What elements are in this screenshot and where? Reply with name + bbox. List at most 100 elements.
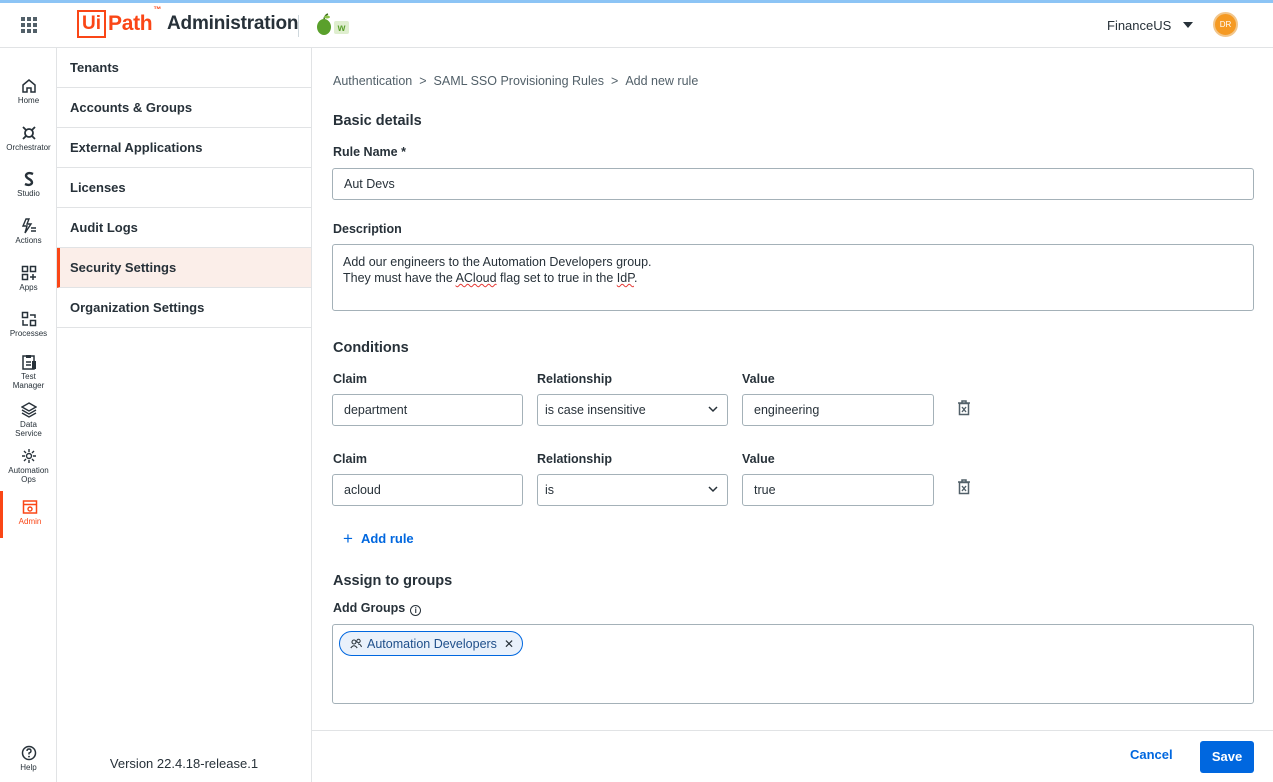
rail-label-test: Test: [21, 372, 36, 381]
cancel-button[interactable]: Cancel: [1130, 747, 1173, 762]
save-button[interactable]: Save: [1200, 741, 1254, 773]
rail-item-studio[interactable]: Studio: [0, 171, 57, 217]
help-icon: [21, 745, 36, 761]
relationship-select[interactable]: is case insensitive: [537, 394, 728, 426]
plus-icon: +: [343, 528, 353, 548]
top-bar: Ui Path™ Administration w FinanceUS DR: [0, 3, 1273, 48]
subnav-item-audit-logs[interactable]: Audit Logs: [57, 208, 311, 248]
info-icon[interactable]: i: [410, 605, 422, 616]
subnav-item-licenses[interactable]: Licenses: [57, 168, 311, 208]
subnav-item-organization-settings[interactable]: Organization Settings: [57, 288, 311, 328]
rail-label-studio: Studio: [17, 189, 40, 198]
app-launcher-icon[interactable]: [19, 15, 37, 33]
product-rail: Home Orchestrator Studio Actions Apps Pr…: [0, 48, 57, 782]
uipath-logo[interactable]: Ui Path™ Administration: [77, 5, 299, 39]
rail-label-manager: Manager: [12, 381, 45, 390]
rail-label-service: Service: [15, 429, 42, 438]
app-title: Administration: [167, 13, 299, 34]
description-text: They must have the: [343, 271, 456, 285]
rail-label-data: Data: [20, 420, 37, 429]
rail-item-admin[interactable]: Admin: [0, 491, 57, 538]
admin-icon: [22, 500, 38, 514]
add-groups-label-text: Add Groups: [333, 601, 406, 615]
breadcrumb: Authentication > SAML SSO Provisioning R…: [333, 74, 698, 88]
version-label: Version 22.4.18-release.1: [109, 756, 259, 771]
delete-condition-icon[interactable]: [957, 400, 971, 416]
description-line-1: Add our engineers to the Automation Deve…: [343, 255, 652, 269]
description-line-2: They must have the ACloud flag set to tr…: [343, 270, 1243, 286]
claim-input[interactable]: department: [332, 394, 523, 426]
rail-label-orchestrator: Orchestrator: [6, 143, 51, 152]
value-input[interactable]: true: [742, 474, 934, 506]
rail-item-home[interactable]: Home: [0, 78, 57, 124]
rail-item-automation-ops[interactable]: Automation Ops: [0, 448, 57, 494]
logo-path-word: Path: [108, 12, 153, 35]
automation-ops-icon: [21, 449, 36, 463]
rail-item-actions[interactable]: Actions: [0, 218, 57, 264]
value-input[interactable]: engineering: [742, 394, 934, 426]
tenant-badge-letter: w: [337, 23, 346, 34]
rail-item-data-service[interactable]: Data Service: [0, 402, 57, 448]
rail-label-home: Home: [17, 96, 40, 105]
remove-chip-icon[interactable]: ✕: [504, 637, 514, 651]
form-footer: Cancel Save: [312, 730, 1273, 782]
organization-selector[interactable]: FinanceUS: [1107, 15, 1194, 35]
actions-icon: [21, 218, 36, 234]
subnav-item-security-settings[interactable]: Security Settings: [57, 248, 311, 288]
claim-input[interactable]: acloud: [332, 474, 523, 506]
subnav-item-external-applications[interactable]: External Applications: [57, 128, 311, 168]
tenant-apple-icon[interactable]: w: [315, 13, 351, 37]
logo-ui-mark: Ui: [77, 10, 106, 38]
caret-down-icon: [1183, 22, 1194, 28]
user-avatar[interactable]: DR: [1213, 12, 1238, 37]
apps-icon: [21, 265, 36, 281]
rule-name-label: Rule Name *: [333, 145, 406, 159]
admin-subnav: Tenants Accounts & Groups External Appli…: [57, 48, 312, 782]
rail-label-help: Help: [20, 763, 37, 772]
rail-item-apps[interactable]: Apps: [0, 265, 57, 311]
breadcrumb-separator: >: [419, 74, 427, 88]
conditions-heading: Conditions: [333, 340, 409, 356]
description-misspelled-word: ACloud: [455, 271, 497, 285]
org-name: FinanceUS: [1107, 17, 1172, 33]
add-rule-button[interactable]: + Add rule: [343, 528, 414, 548]
breadcrumb-separator: >: [611, 74, 619, 88]
relationship-select[interactable]: is: [537, 474, 728, 506]
rail-item-orchestrator[interactable]: Orchestrator: [0, 125, 57, 171]
relationship-selected-value: is case insensitive: [545, 403, 646, 417]
value-label: Value: [742, 372, 775, 386]
rail-label-ops: Ops: [21, 475, 36, 484]
delete-condition-icon[interactable]: [957, 479, 971, 495]
studio-icon: [23, 171, 34, 187]
rail-label-processes: Processes: [9, 329, 48, 338]
group-icon: [350, 638, 362, 649]
breadcrumb-current: Add new rule: [625, 74, 699, 88]
rail-label-admin: Admin: [18, 517, 42, 526]
rail-item-processes[interactable]: Processes: [0, 311, 57, 357]
description-text: .: [633, 271, 638, 285]
group-chip: Automation Developers ✕: [339, 631, 523, 656]
add-groups-label: Add Groups i: [333, 601, 422, 616]
add-rule-label: Add rule: [360, 531, 414, 546]
relationship-selected-value: is: [545, 483, 555, 497]
rail-label-apps: Apps: [19, 283, 38, 292]
subnav-item-accounts-groups[interactable]: Accounts & Groups: [57, 88, 311, 128]
rail-item-test-manager[interactable]: Test Manager: [0, 354, 57, 400]
home-icon: [21, 79, 36, 93]
rail-label-automation: Automation: [8, 466, 49, 475]
rail-item-help[interactable]: Help: [0, 745, 57, 782]
logo-trademark: ™: [153, 5, 162, 14]
groups-picker[interactable]: Automation Developers ✕: [332, 624, 1254, 704]
breadcrumb-saml-rules[interactable]: SAML SSO Provisioning Rules: [434, 74, 604, 88]
rule-name-input[interactable]: Aut Devs: [332, 168, 1254, 200]
group-chip-label: Automation Developers: [367, 636, 497, 651]
breadcrumb-authentication[interactable]: Authentication: [333, 74, 412, 88]
subnav-item-tenants[interactable]: Tenants: [57, 48, 311, 88]
orchestrator-icon: [21, 126, 36, 140]
assign-groups-heading: Assign to groups: [333, 573, 453, 589]
test-manager-icon: [21, 355, 36, 370]
chevron-down-icon: [708, 486, 718, 493]
description-textarea[interactable]: Add our engineers to the Automation Deve…: [332, 244, 1254, 311]
relationship-label: Relationship: [537, 452, 613, 466]
main-content: Authentication > SAML SSO Provisioning R…: [312, 48, 1273, 782]
